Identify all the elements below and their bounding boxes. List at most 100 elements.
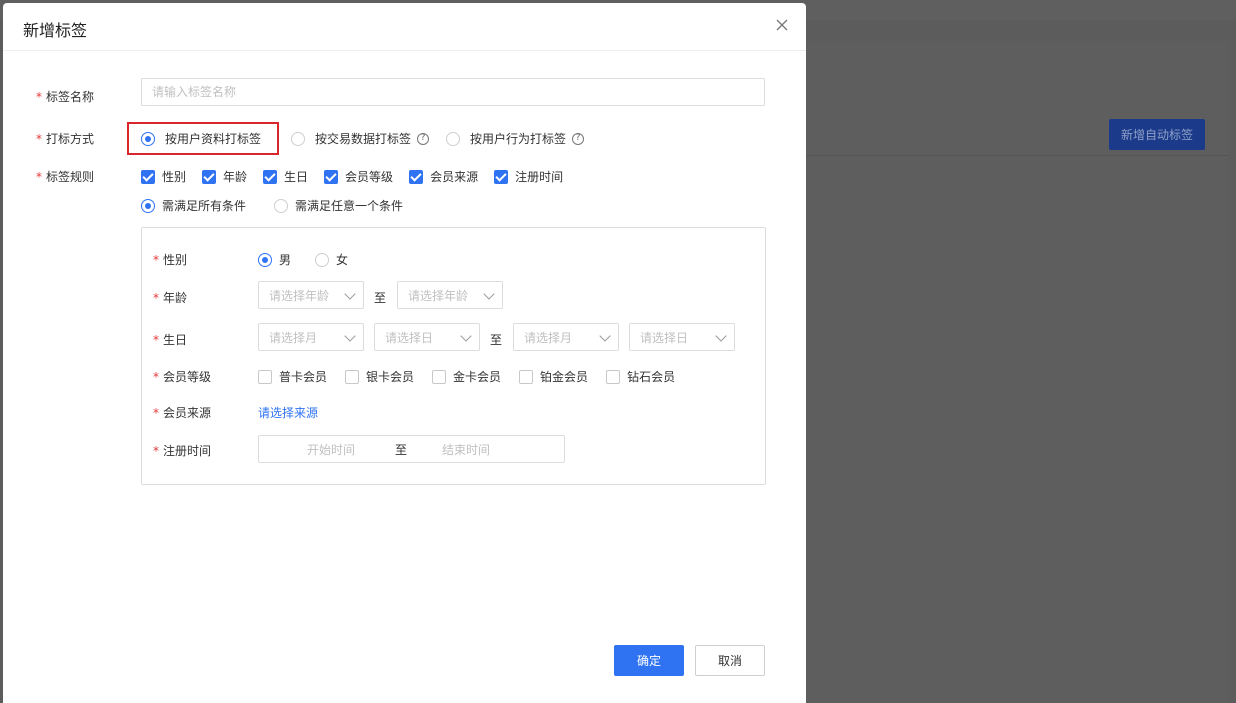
checkbox-checked-icon — [202, 169, 217, 184]
rule-age-checkbox[interactable]: 年龄 — [202, 168, 247, 185]
birthday-to-month-placeholder: 请选择月 — [524, 330, 573, 345]
radio-unselected-icon — [446, 131, 460, 146]
chevron-down-icon — [344, 330, 356, 342]
rule-birthday-label: 生日 — [284, 170, 309, 184]
birthday-to-day-select[interactable]: 请选择日 — [629, 323, 735, 351]
match-mode-radio-group: 需满足所有条件 需满足任意一个条件 — [141, 197, 403, 214]
checkbox-unchecked-icon — [258, 369, 272, 384]
method-user-profile[interactable]: 按用户资料打标签 — [141, 130, 291, 147]
radio-selected-icon — [141, 198, 155, 213]
gender-male-label: 男 — [279, 253, 292, 267]
age-to-placeholder: 请选择年龄 — [408, 288, 469, 303]
birthday-from-month-select[interactable]: 请选择月 — [258, 323, 364, 351]
match-all-label: 需满足所有条件 — [162, 199, 247, 213]
select-source-link[interactable]: 请选择来源 — [258, 404, 318, 421]
birthday-label: * 生日 — [153, 333, 188, 347]
end-time-placeholder: 结束时间 — [442, 442, 491, 457]
method-user-behavior[interactable]: 按用户行为打标签 ? — [446, 130, 585, 147]
checkbox-checked-icon — [263, 169, 278, 184]
dialog-title: 新增标签 — [23, 21, 88, 40]
birthday-from-month-placeholder: 请选择月 — [269, 330, 318, 345]
method-transaction-data[interactable]: 按交易数据打标签 ? — [291, 130, 446, 147]
level-regular-checkbox[interactable]: 普卡会员 — [258, 368, 327, 385]
member-level-checkbox-group: 普卡会员 银卡会员 金卡会员 铂金会员 钻石会员 — [258, 368, 675, 385]
match-any-radio[interactable]: 需满足任意一个条件 — [274, 197, 403, 214]
gender-male-radio[interactable]: 男 — [258, 251, 291, 268]
tag-method-radio-group: 按用户资料打标签 按交易数据打标签 ? 按用户行为打标签 ? — [141, 130, 585, 147]
chevron-down-icon — [715, 330, 727, 342]
member-source-label: * 会员来源 — [153, 406, 212, 420]
tag-name-input[interactable] — [141, 78, 765, 106]
register-time-range-picker[interactable]: 开始时间 至 结束时间 — [258, 435, 565, 463]
chevron-down-icon — [344, 288, 356, 300]
level-gold-checkbox[interactable]: 金卡会员 — [432, 368, 501, 385]
close-icon[interactable] — [774, 17, 790, 33]
rule-member-source-label: 会员来源 — [430, 170, 479, 184]
method-user-profile-label: 按用户资料打标签 — [165, 132, 262, 146]
match-all-radio[interactable]: 需满足所有条件 — [141, 197, 246, 214]
rule-member-level-checkbox[interactable]: 会员等级 — [324, 168, 393, 185]
checkbox-checked-icon — [324, 169, 339, 184]
question-circle-icon[interactable]: ? — [417, 132, 430, 145]
start-time-placeholder: 开始时间 — [307, 442, 356, 457]
gender-radio-group: 男 女 — [258, 251, 348, 268]
radio-unselected-icon — [274, 198, 289, 213]
range-separator: 至 — [395, 442, 408, 457]
age-separator: 至 — [374, 291, 387, 305]
gender-female-label: 女 — [336, 253, 349, 267]
rule-member-source-checkbox[interactable]: 会员来源 — [409, 168, 478, 185]
level-silver-label: 银卡会员 — [366, 370, 415, 384]
method-transaction-data-label: 按交易数据打标签 — [315, 132, 412, 146]
checkbox-unchecked-icon — [345, 369, 360, 384]
checkbox-unchecked-icon — [432, 369, 447, 384]
level-silver-checkbox[interactable]: 银卡会员 — [345, 368, 414, 385]
level-diamond-checkbox[interactable]: 钻石会员 — [606, 368, 675, 385]
dialog-header: 新增标签 — [3, 3, 806, 51]
rule-birthday-checkbox[interactable]: 生日 — [263, 168, 308, 185]
birthday-from-day-select[interactable]: 请选择日 — [374, 323, 480, 351]
checkbox-checked-icon — [494, 169, 509, 184]
tag-name-label: * 标签名称 — [36, 90, 95, 104]
gender-female-radio[interactable]: 女 — [315, 251, 348, 268]
rule-register-time-label: 注册时间 — [515, 170, 564, 184]
radio-unselected-icon — [291, 131, 305, 146]
level-platinum-label: 铂金会员 — [540, 370, 589, 384]
radio-selected-icon — [258, 252, 272, 267]
birthday-separator: 至 — [490, 333, 503, 347]
birthday-to-day-placeholder: 请选择日 — [640, 330, 689, 345]
chevron-down-icon — [483, 288, 495, 300]
rule-register-time-checkbox[interactable]: 注册时间 — [494, 168, 563, 185]
checkbox-checked-icon — [141, 169, 155, 184]
age-from-select[interactable]: 请选择年龄 — [258, 281, 364, 309]
age-to-select[interactable]: 请选择年龄 — [397, 281, 503, 309]
register-time-label: * 注册时间 — [153, 444, 212, 458]
tag-rules-checkbox-group: 性别 年龄 生日 会员等级 会员来源 注册时间 — [141, 168, 563, 185]
match-any-label: 需满足任意一个条件 — [295, 199, 404, 213]
tag-method-label: * 打标方式 — [36, 132, 95, 146]
rule-gender-checkbox[interactable]: 性别 — [141, 168, 186, 185]
chevron-down-icon — [599, 330, 611, 342]
rule-age-label: 年龄 — [223, 170, 248, 184]
question-circle-icon[interactable]: ? — [572, 132, 585, 145]
level-gold-label: 金卡会员 — [453, 370, 502, 384]
add-auto-tag-button: 新增自动标签 — [1109, 119, 1205, 150]
cancel-button[interactable]: 取消 — [695, 645, 765, 676]
tag-rules-label: * 标签规则 — [36, 170, 95, 184]
member-level-label: * 会员等级 — [153, 370, 212, 384]
radio-selected-icon — [141, 131, 155, 146]
level-platinum-checkbox[interactable]: 铂金会员 — [519, 368, 588, 385]
checkbox-checked-icon — [409, 169, 424, 184]
rule-gender-label: 性别 — [162, 170, 187, 184]
checkbox-unchecked-icon — [606, 369, 621, 384]
method-user-behavior-label: 按用户行为打标签 — [470, 132, 567, 146]
level-diamond-label: 钻石会员 — [627, 370, 676, 384]
age-from-placeholder: 请选择年龄 — [269, 288, 330, 303]
confirm-button[interactable]: 确定 — [614, 645, 684, 676]
age-label: * 年龄 — [153, 291, 188, 305]
birthday-to-month-select[interactable]: 请选择月 — [513, 323, 619, 351]
level-regular-label: 普卡会员 — [279, 370, 328, 384]
rule-member-level-label: 会员等级 — [345, 170, 394, 184]
add-tag-dialog: 新增标签 *标签名称 *打标方式 按用户资料打标签 按交易数据打标签 ? 按用户… — [3, 3, 806, 703]
radio-unselected-icon — [315, 252, 330, 267]
checkbox-unchecked-icon — [519, 369, 534, 384]
